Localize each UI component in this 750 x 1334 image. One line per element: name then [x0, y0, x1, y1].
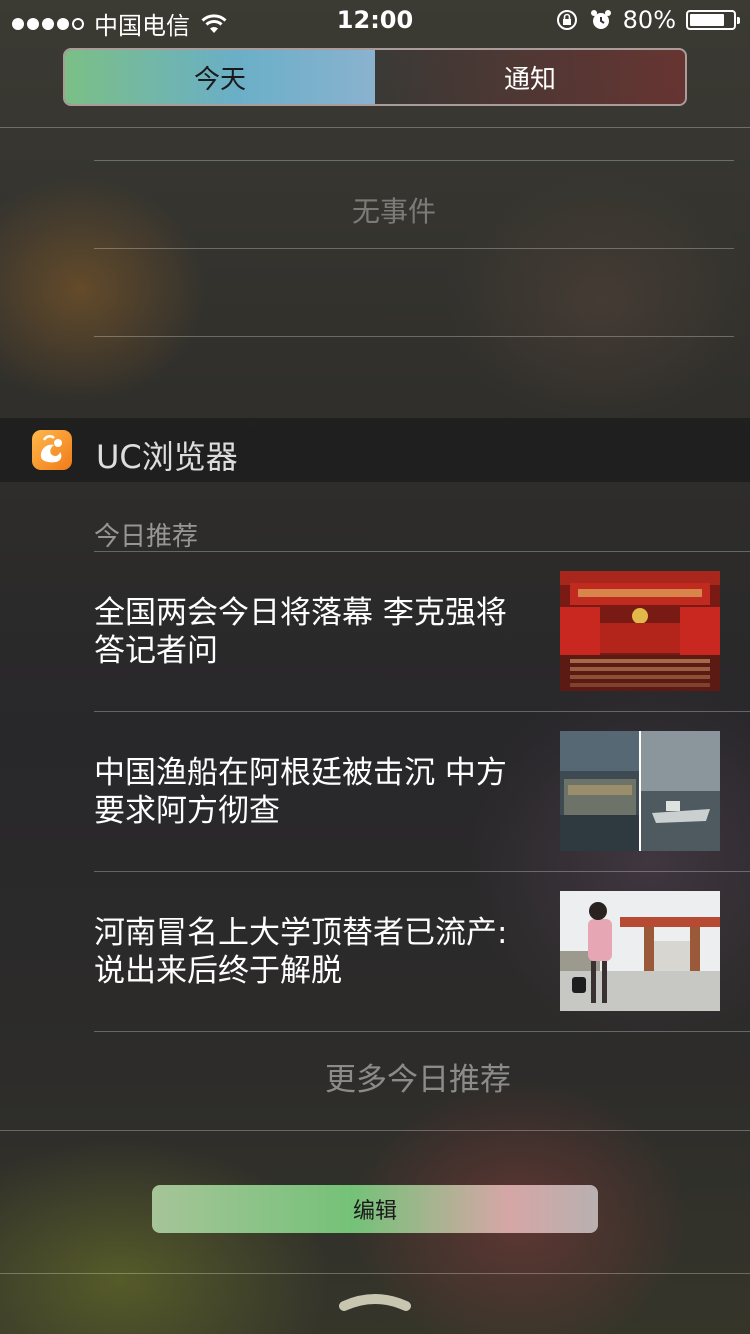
tab-notifications[interactable]: 通知	[375, 50, 685, 104]
alarm-icon	[590, 10, 611, 29]
more-recommendations-link[interactable]: 更多今日推荐	[94, 1054, 742, 1099]
campus-gate-thumbnail	[560, 891, 720, 1011]
divider	[0, 1273, 750, 1274]
status-right: 80%	[555, 6, 740, 34]
divider	[94, 248, 734, 249]
divider	[0, 1130, 750, 1131]
uc-browser-app-icon	[32, 430, 72, 470]
divider	[94, 711, 750, 712]
news-title: 河南冒名上大学顶替者已流产:说出来后终于解脱	[94, 915, 508, 989]
uc-widget-header[interactable]: UC浏览器	[0, 418, 750, 482]
rotation-lock-icon	[556, 10, 577, 30]
battery-nub	[737, 17, 740, 24]
news-item[interactable]: 河南冒名上大学顶替者已流产:说出来后终于解脱	[94, 891, 750, 1051]
news-title: 中国渔船在阿根廷被击沉 中方要求阿方彻查	[94, 755, 507, 829]
uc-widget-title: UC浏览器	[96, 438, 238, 476]
divider	[94, 336, 734, 337]
battery-fill	[690, 14, 724, 26]
battery-percent: 80%	[622, 6, 676, 34]
edit-button[interactable]: 编辑	[152, 1185, 598, 1233]
calendar-empty-text: 无事件	[351, 195, 436, 228]
divider	[94, 160, 734, 161]
tab-today[interactable]: 今天	[65, 50, 375, 104]
chevron-up-handle-icon[interactable]	[338, 1288, 412, 1312]
section-label: 今日推荐	[94, 522, 199, 552]
divider	[94, 1031, 750, 1032]
battery-icon	[686, 10, 740, 30]
congress-hall-thumbnail	[560, 571, 720, 691]
news-title: 全国两会今日将落幕 李克强将答记者问	[94, 595, 507, 669]
today-notifications-segmented-control: 今天 通知	[63, 48, 687, 106]
status-bar: 中国电信 12:00 80%	[0, 0, 750, 40]
divider	[94, 551, 750, 552]
fishing-boat-thumbnail	[560, 731, 720, 851]
news-item[interactable]: 中国渔船在阿根廷被击沉 中方要求阿方彻查	[94, 731, 750, 891]
news-item[interactable]: 全国两会今日将落幕 李克强将答记者问	[94, 571, 750, 731]
divider	[0, 127, 750, 128]
divider	[94, 871, 750, 872]
